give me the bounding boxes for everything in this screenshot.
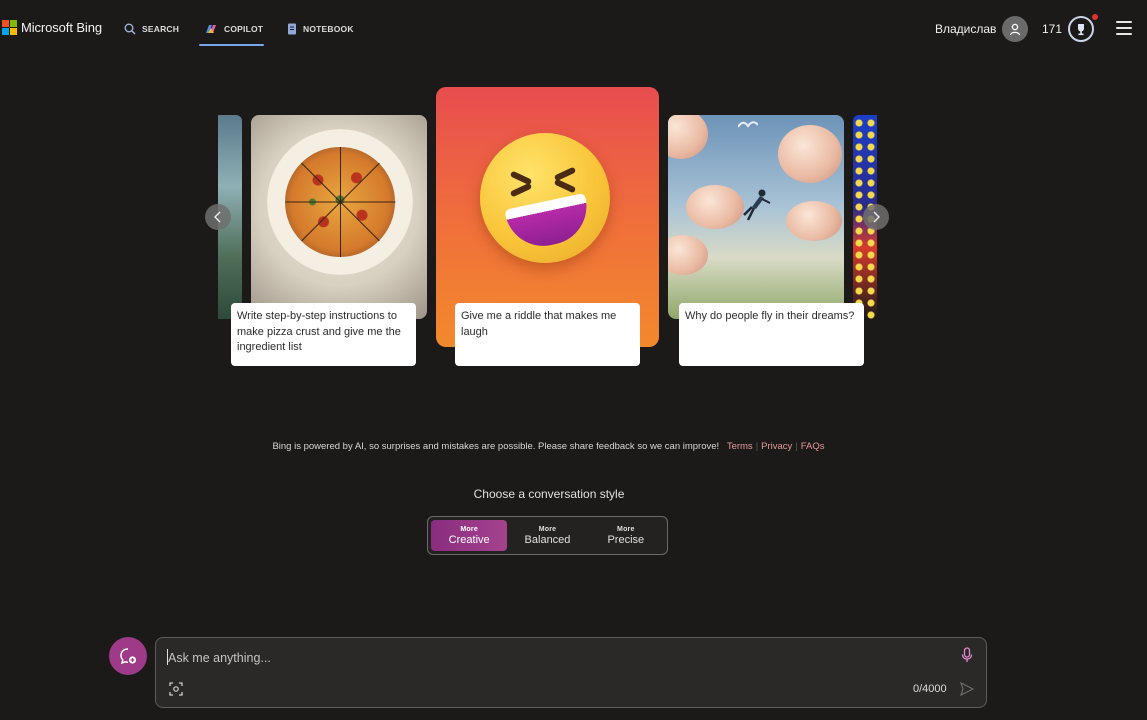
send-icon[interactable] — [960, 682, 974, 696]
ask-input[interactable] — [168, 649, 928, 667]
microsoft-logo-icon — [2, 20, 17, 35]
flying-dream-image[interactable] — [668, 115, 844, 319]
nav-notebook-label: NOTEBOOK — [303, 24, 354, 34]
style-more-label: More — [538, 525, 557, 533]
character-counter: 0/4000 — [913, 683, 947, 695]
privacy-link[interactable]: Privacy — [761, 441, 792, 452]
rewards-points: 171 — [1042, 22, 1063, 36]
nav-notebook[interactable]: NOTEBOOK — [283, 18, 363, 40]
prompt-card-riddle[interactable]: Give me a riddle that makes me laugh — [455, 303, 640, 366]
notification-dot — [1092, 14, 1099, 20]
faqs-link[interactable]: FAQs — [801, 441, 825, 452]
style-name-label: Precise — [607, 533, 645, 546]
top-nav: SEARCH COPILOT NOTEBOOK — [120, 18, 363, 46]
chevron-left-icon — [214, 211, 221, 223]
text-caret — [167, 649, 168, 665]
user-profile[interactable]: Владислав — [935, 16, 1029, 42]
microsoft-bing-logo[interactable]: Microsoft Bing — [2, 20, 102, 35]
prompt-carousel: Write step-by-step instructions to make … — [205, 85, 895, 375]
flying-person-icon — [743, 189, 771, 221]
nav-search[interactable]: SEARCH — [120, 18, 190, 40]
style-precise-button[interactable]: More Precise — [588, 520, 664, 551]
ai-disclaimer: Bing is powered by AI, so surprises and … — [272, 441, 825, 452]
notebook-icon — [288, 23, 296, 35]
new-chat-icon — [120, 648, 137, 665]
logo-text: Microsoft Bing — [21, 20, 102, 35]
disclaimer-text: Bing is powered by AI, so surprises and … — [272, 441, 720, 452]
prompt-card-dreams[interactable]: Why do people fly in their dreams? — [679, 303, 864, 366]
nav-copilot[interactable]: COPILOT — [199, 18, 283, 46]
style-more-label: More — [617, 525, 635, 533]
trophy-icon — [1078, 23, 1085, 35]
chat-input-box: 0/4000 — [155, 637, 987, 708]
hamburger-menu-icon[interactable] — [1116, 21, 1132, 35]
bird-icon — [738, 121, 758, 128]
avatar — [1002, 16, 1029, 42]
new-topic-button[interactable] — [109, 637, 147, 675]
carousel-next-button[interactable] — [863, 204, 889, 230]
conversation-style-title: Choose a conversation style — [473, 487, 625, 501]
style-more-label: More — [460, 525, 478, 533]
nav-copilot-label: COPILOT — [224, 24, 264, 34]
pizza-image[interactable] — [251, 115, 427, 319]
laughing-emoji-icon — [480, 133, 610, 263]
prompt-card-pizza[interactable]: Write step-by-step instructions to make … — [231, 303, 416, 366]
user-icon — [1010, 23, 1021, 36]
search-icon — [124, 23, 136, 35]
copilot-icon — [206, 25, 216, 33]
style-creative-button[interactable]: More Creative — [431, 520, 508, 551]
rewards-badge — [1068, 14, 1099, 42]
chevron-right-icon — [873, 211, 880, 223]
style-balanced-button[interactable]: More Balanced — [509, 520, 585, 551]
rewards[interactable]: 171 — [1042, 14, 1099, 42]
terms-link[interactable]: Terms — [727, 441, 753, 452]
conversation-style-selector: More Creative More Balanced More Precise — [427, 516, 668, 555]
style-name-label: Balanced — [524, 533, 571, 546]
image-scan-icon[interactable] — [169, 682, 183, 696]
carousel-prev-button[interactable] — [205, 204, 231, 230]
style-name-label: Creative — [448, 533, 490, 546]
header: Microsoft Bing SEARCH COPILOT NOTEBOOK В… — [0, 0, 1147, 56]
nav-search-label: SEARCH — [142, 24, 180, 34]
microphone-icon[interactable] — [961, 647, 973, 663]
user-name: Владислав — [935, 22, 997, 36]
